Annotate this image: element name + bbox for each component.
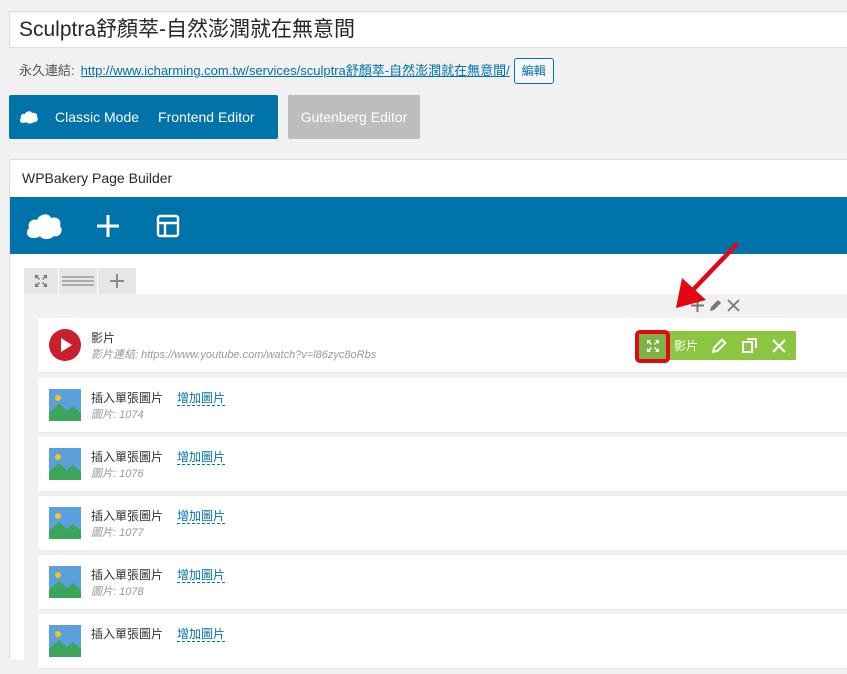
wpbakery-cloud-icon[interactable] (22, 197, 66, 254)
permalink-url-suffix: / (506, 63, 510, 78)
element-title: 插入單張圖片 (91, 568, 164, 582)
add-element-plus-icon[interactable] (86, 197, 130, 254)
gutenberg-editor-button[interactable]: Gutenberg Editor (288, 95, 420, 139)
element-subtitle: 圖片: 1074 (91, 409, 144, 421)
post-title-input[interactable]: Sculptra舒顏萃-自然澎潤就在無意間 (9, 11, 847, 48)
element-hover-label: 影片 (673, 339, 698, 353)
add-image-link[interactable]: 增加圖片 (177, 509, 226, 524)
classic-mode-button[interactable]: Classic Mode (49, 95, 145, 139)
permalink-link[interactable]: http://www.icharming.com.tw/services/scu… (81, 57, 510, 85)
image-icon (49, 448, 81, 480)
row-controls (24, 268, 137, 294)
permalink-edit-button[interactable]: 編輯 (513, 58, 554, 84)
element-single-image[interactable]: 插入單張圖片 增加圖片 圖片: 1076 (38, 437, 847, 491)
element-title: 插入單張圖片 (91, 509, 164, 523)
wpbakery-panel: WPBakery Page Builder 影片 影片連結: https://w… (9, 159, 847, 674)
element-title: 插入單張圖片 (91, 627, 164, 641)
add-image-link[interactable]: 增加圖片 (177, 450, 226, 465)
annotation-arrow-icon (676, 242, 739, 308)
element-single-image[interactable]: 插入單張圖片 增加圖片 圖片: 1078 (38, 555, 847, 609)
element-single-image[interactable]: 插入單張圖片 增加圖片 圖片: 1074 (38, 378, 847, 432)
element-single-image[interactable]: 插入單張圖片 增加圖片 圖片: 1077 (38, 496, 847, 550)
element-subtitle: 圖片: 1078 (91, 586, 144, 598)
permalink-row: 永久連結: http://www.icharming.com.tw/servic… (19, 57, 554, 85)
image-icon (49, 625, 81, 657)
permalink-url-slug: sculptra舒顏萃-自然澎潤就在無意間 (300, 63, 507, 78)
permalink-url-prefix: http://www.icharming.com.tw/services/ (80, 63, 301, 78)
image-icon (49, 566, 81, 598)
frontend-editor-button[interactable]: Frontend Editor (152, 95, 261, 139)
element-title: 插入單張圖片 (91, 391, 164, 405)
add-image-link[interactable]: 增加圖片 (177, 391, 226, 406)
element-title: 影片 (91, 331, 116, 345)
annotation-highlight-box (635, 330, 670, 363)
add-image-link[interactable]: 增加圖片 (177, 627, 226, 642)
element-subtitle: 圖片: 1076 (91, 468, 144, 480)
element-title: 插入單張圖片 (91, 450, 164, 464)
image-icon (49, 507, 81, 539)
element-video[interactable]: 影片 影片連結: https://www.youtube.com/watch?v… (38, 318, 847, 372)
row-add-column-icon[interactable] (98, 268, 136, 294)
element-clone-icon[interactable] (734, 331, 764, 360)
row-move-icon[interactable] (24, 268, 58, 294)
wpbakery-cloud-icon[interactable] (9, 95, 49, 139)
template-layout-icon[interactable] (146, 197, 190, 254)
row-content-area: 影片 影片連結: https://www.youtube.com/watch?v… (24, 294, 847, 674)
add-image-link[interactable]: 增加圖片 (177, 568, 226, 583)
element-subtitle: 影片連結: https://www.youtube.com/watch?v=l8… (91, 349, 377, 361)
element-edit-pencil-icon[interactable] (704, 331, 734, 360)
play-icon (49, 329, 81, 361)
wpbakery-panel-title: WPBakery Page Builder (10, 160, 847, 198)
element-subtitle: 圖片: 1077 (91, 527, 144, 539)
editor-mode-bar: Classic Mode Frontend Editor (9, 95, 278, 139)
permalink-label: 永久連結: (19, 63, 75, 78)
row-layout-icon[interactable] (59, 268, 97, 294)
image-icon (49, 389, 81, 421)
element-single-image[interactable]: 插入單張圖片 增加圖片 (38, 614, 847, 668)
element-delete-icon[interactable] (764, 331, 794, 360)
